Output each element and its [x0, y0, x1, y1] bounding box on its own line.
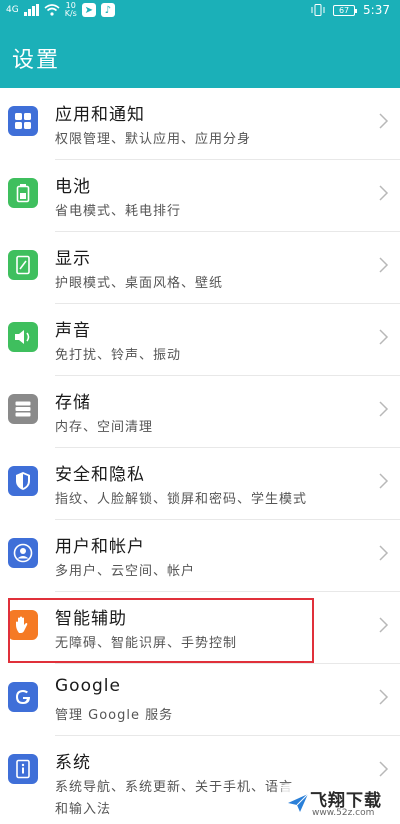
chevron-right-icon: [379, 617, 389, 633]
settings-item-label: 应用和通知: [55, 105, 145, 125]
settings-item-desc: 系统导航、系统更新、关于手机、语言: [55, 780, 294, 795]
battery-indicator: 67: [333, 4, 358, 16]
chevron-right-icon: [379, 257, 389, 273]
settings-item-label: 电池: [55, 177, 91, 197]
highlight-box: [8, 598, 314, 663]
settings-item-label: 安全和隐私: [55, 465, 145, 485]
chevron-right-icon: [379, 401, 389, 417]
chevron-right-icon: [379, 113, 389, 129]
signal-icon: [23, 4, 39, 16]
settings-item-desc: 权限管理、默认应用、应用分身: [55, 132, 252, 147]
page-title: 设置: [12, 48, 61, 73]
settings-item-desc: 指纹、人脸解锁、锁屏和密码、学生模式: [55, 492, 308, 507]
settings-item-sound[interactable]: 声音 免打扰、铃声、振动: [0, 304, 400, 376]
navigation-app-icon: ➤: [81, 3, 96, 17]
user-icon: [8, 538, 38, 568]
battery-level: 67: [338, 5, 350, 15]
chevron-right-icon: [379, 545, 389, 561]
settings-item-label: Google: [55, 676, 121, 696]
chevron-right-icon: [379, 329, 389, 345]
system-info-icon: [8, 754, 38, 784]
display-icon: [8, 250, 38, 280]
settings-item-display[interactable]: 显示 护眼模式、桌面风格、壁纸: [0, 232, 400, 304]
settings-item-battery[interactable]: 电池 省电模式、耗电排行: [0, 160, 400, 232]
chevron-right-icon: [379, 761, 389, 777]
settings-item-label: 显示: [55, 249, 91, 269]
settings-item-label: 声音: [55, 321, 91, 341]
settings-item-desc: 内存、空间清理: [55, 420, 154, 435]
settings-item-desc: 护眼模式、桌面风格、壁纸: [55, 276, 224, 291]
settings-item-google[interactable]: Google 管理 Google 服务: [0, 664, 400, 736]
settings-item-security[interactable]: 安全和隐私 指纹、人脸解锁、锁屏和密码、学生模式: [0, 448, 400, 520]
settings-item-label: 存储: [55, 393, 91, 413]
settings-item-desc: 多用户、云空间、帐户: [55, 564, 196, 579]
settings-item-apps[interactable]: 应用和通知 权限管理、默认应用、应用分身: [0, 88, 400, 160]
battery-icon: [8, 178, 38, 208]
watermark-url: www.52z.com: [312, 808, 375, 818]
net-speed-unit: K/s: [64, 9, 77, 18]
settings-item-label: 用户和帐户: [55, 537, 145, 557]
clock: 5:37: [363, 3, 390, 17]
wifi-icon: [44, 4, 60, 16]
header-bar: 4G 10 K/s ➤ ♪ 67 5:37 设置: [0, 0, 400, 88]
network-type: 4G: [6, 5, 19, 15]
shield-icon: [8, 466, 38, 496]
chevron-right-icon: [379, 185, 389, 201]
tiktok-app-icon: ♪: [100, 3, 115, 17]
vibrate-icon: [311, 4, 325, 16]
speaker-icon: [8, 322, 38, 352]
settings-item-storage[interactable]: 存储 内存、空间清理: [0, 376, 400, 448]
status-bar: 4G 10 K/s ➤ ♪ 67 5:37: [0, 0, 400, 22]
settings-item-desc-cont: 和输入法: [55, 802, 112, 817]
settings-item-desc: 管理 Google 服务: [55, 708, 174, 723]
chevron-right-icon: [379, 473, 389, 489]
plane-logo-icon: [288, 793, 309, 812]
settings-item-accounts[interactable]: 用户和帐户 多用户、云空间、帐户: [0, 520, 400, 592]
storage-icon: [8, 394, 38, 424]
settings-item-label: 系统: [55, 753, 91, 773]
settings-item-desc: 省电模式、耗电排行: [55, 204, 182, 219]
watermark: 飞翔下载 www.52z.com: [282, 784, 394, 822]
chevron-right-icon: [379, 689, 389, 705]
apps-grid-icon: [8, 106, 38, 136]
google-icon: [8, 682, 38, 712]
net-speed: 10 K/s: [65, 2, 77, 18]
settings-item-desc: 免打扰、铃声、振动: [55, 348, 182, 363]
